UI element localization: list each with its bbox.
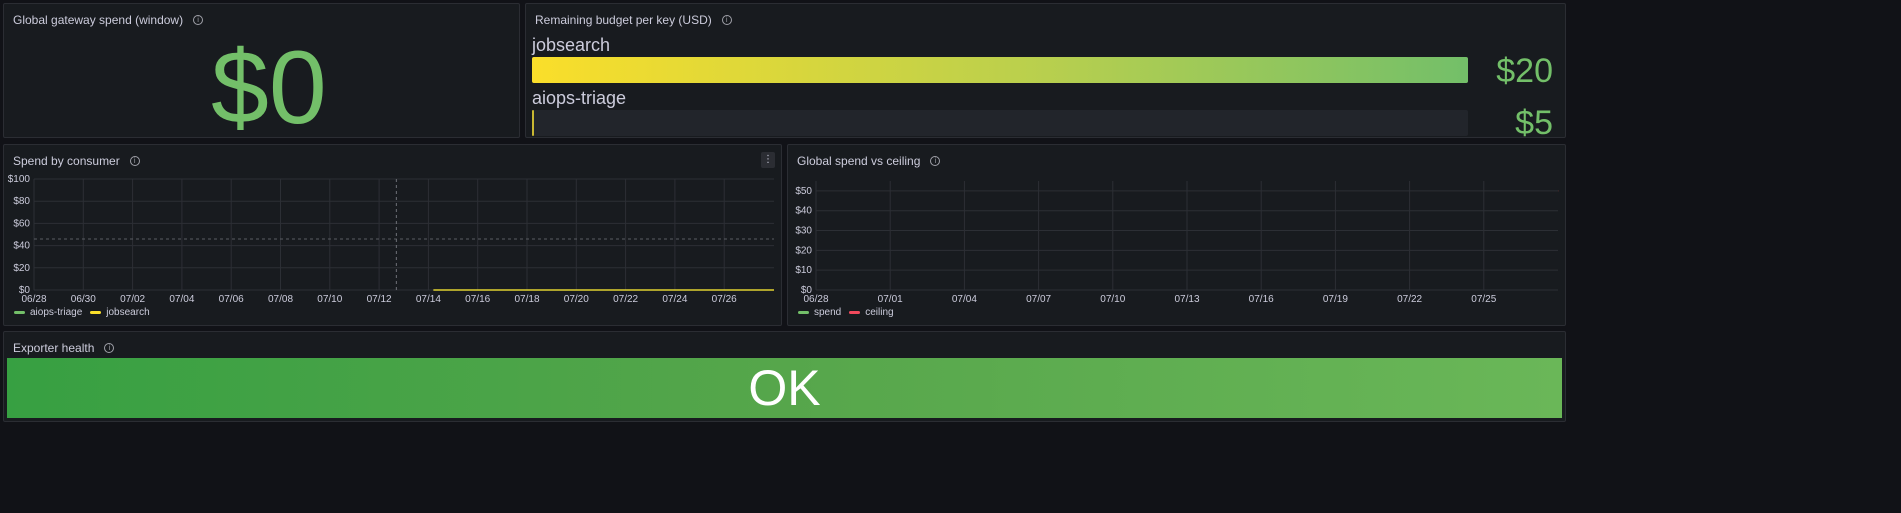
y-tick-label: $20	[13, 263, 30, 274]
panel-title[interactable]: Global gateway spend (window) i	[13, 13, 204, 27]
bar-value-jobsearch: $20	[1496, 52, 1553, 90]
info-circle-icon[interactable]: i	[930, 156, 941, 166]
x-tick-label: 06/28	[21, 294, 46, 305]
legend-label: jobsearch	[106, 307, 150, 318]
legend-item-ceiling[interactable]: ceiling	[849, 307, 894, 318]
x-tick-label: 07/06	[219, 294, 244, 305]
panel-title-text: Global gateway spend (window)	[13, 13, 184, 27]
x-tick-label: 07/22	[1397, 294, 1422, 305]
gateway-spend-value: $0	[211, 30, 327, 138]
chart-legend: aiops-triage jobsearch	[14, 307, 150, 318]
info-circle-icon[interactable]: i	[104, 343, 115, 353]
bar-gauge-fill	[532, 57, 1468, 83]
panel-title[interactable]: Exporter health i	[13, 341, 115, 355]
chart-legend: spend ceiling	[798, 307, 894, 318]
x-tick-label: 07/08	[268, 294, 293, 305]
gateway-spend-panel: Global gateway spend (window) i $0	[3, 3, 520, 138]
panel-title[interactable]: Spend by consumer i	[13, 154, 140, 168]
x-tick-label: 06/28	[803, 294, 828, 305]
x-tick-label: 07/24	[662, 294, 687, 305]
panel-title[interactable]: Global spend vs ceiling i	[797, 154, 941, 168]
y-tick-label: $10	[795, 265, 812, 276]
panel-title-text: Global spend vs ceiling	[797, 154, 921, 168]
bar-label-jobsearch: jobsearch	[532, 35, 611, 55]
y-tick-label: $100	[8, 174, 31, 185]
panel-title-text: Exporter health	[13, 341, 95, 355]
x-tick-label: 07/01	[878, 294, 903, 305]
bar-label-aiops-triage: aiops-triage	[532, 88, 627, 108]
y-tick-label: $80	[13, 196, 30, 207]
legend-label: spend	[814, 307, 842, 318]
legend-item-jobsearch[interactable]: jobsearch	[90, 307, 150, 318]
y-tick-label: $40	[795, 206, 812, 217]
x-tick-label: 07/16	[1249, 294, 1274, 305]
info-circle-icon[interactable]: i	[129, 156, 140, 166]
bar-gauge-aiops-triage	[532, 110, 1468, 136]
x-tick-label: 07/10	[1100, 294, 1125, 305]
remaining-budget-panel: Remaining budget per key (USD) i jobsear…	[525, 3, 1566, 138]
legend-item-spend[interactable]: spend	[798, 307, 841, 318]
x-tick-label: 07/20	[564, 294, 589, 305]
x-tick-label: 07/07	[1026, 294, 1051, 305]
x-tick-label: 07/10	[317, 294, 342, 305]
x-tick-label: 07/26	[712, 294, 737, 305]
legend-item-aiops-triage[interactable]: aiops-triage	[14, 307, 82, 318]
spend-by-consumer-panel: Spend by consumer i ⋮ $0 $20 $40 $60 $80 $100…	[3, 144, 782, 326]
health-status-box: OK	[7, 358, 1562, 418]
y-tick-label: $30	[795, 226, 812, 237]
x-tick-label: 07/14	[416, 294, 441, 305]
exporter-health-panel: Exporter health i OK	[3, 331, 1566, 422]
panel-title-text: Remaining budget per key (USD)	[535, 13, 712, 27]
spend-vs-ceiling-chart[interactable]: $0$10$20$30$40$5006/28 07/01 07/04 07/07 07/…	[788, 167, 1566, 326]
info-circle-icon[interactable]: i	[193, 15, 204, 25]
x-tick-label: 07/04	[169, 294, 194, 305]
health-status-text: OK	[748, 360, 821, 416]
kebab-menu-icon[interactable]: ⋮	[761, 152, 775, 168]
y-tick-label: $20	[795, 245, 812, 256]
bar-value-aiops-triage: $5	[1515, 104, 1553, 138]
panel-title[interactable]: Remaining budget per key (USD) i	[535, 13, 732, 27]
x-tick-label: 07/25	[1471, 294, 1496, 305]
y-tick-label: $60	[13, 218, 30, 229]
x-tick-label: 07/12	[367, 294, 392, 305]
legend-label: aiops-triage	[30, 307, 83, 318]
bar-gauge-fill	[532, 110, 534, 136]
x-tick-label: 07/16	[465, 294, 490, 305]
x-tick-label: 07/19	[1323, 294, 1348, 305]
bar-gauge-jobsearch	[532, 57, 1468, 83]
legend-label: ceiling	[865, 307, 894, 318]
spend-vs-ceiling-panel: Global spend vs ceiling i $0 $10 $20 $30 $40…	[787, 144, 1566, 326]
x-tick-label: 07/04	[952, 294, 977, 305]
x-tick-label: 07/18	[514, 294, 539, 305]
y-tick-label: $50	[795, 186, 812, 197]
x-tick-label: 07/02	[120, 294, 145, 305]
panel-title-text: Spend by consumer	[13, 154, 120, 168]
y-tick-label: $40	[13, 241, 30, 252]
x-tick-label: 06/30	[71, 294, 96, 305]
x-tick-label: 07/22	[613, 294, 638, 305]
info-circle-icon[interactable]: i	[721, 15, 732, 25]
x-tick-label: 07/13	[1174, 294, 1199, 305]
spend-by-consumer-chart[interactable]: $0$20$40$60$80$10006/28 06/30 07/02 07/04 07…	[4, 167, 782, 326]
